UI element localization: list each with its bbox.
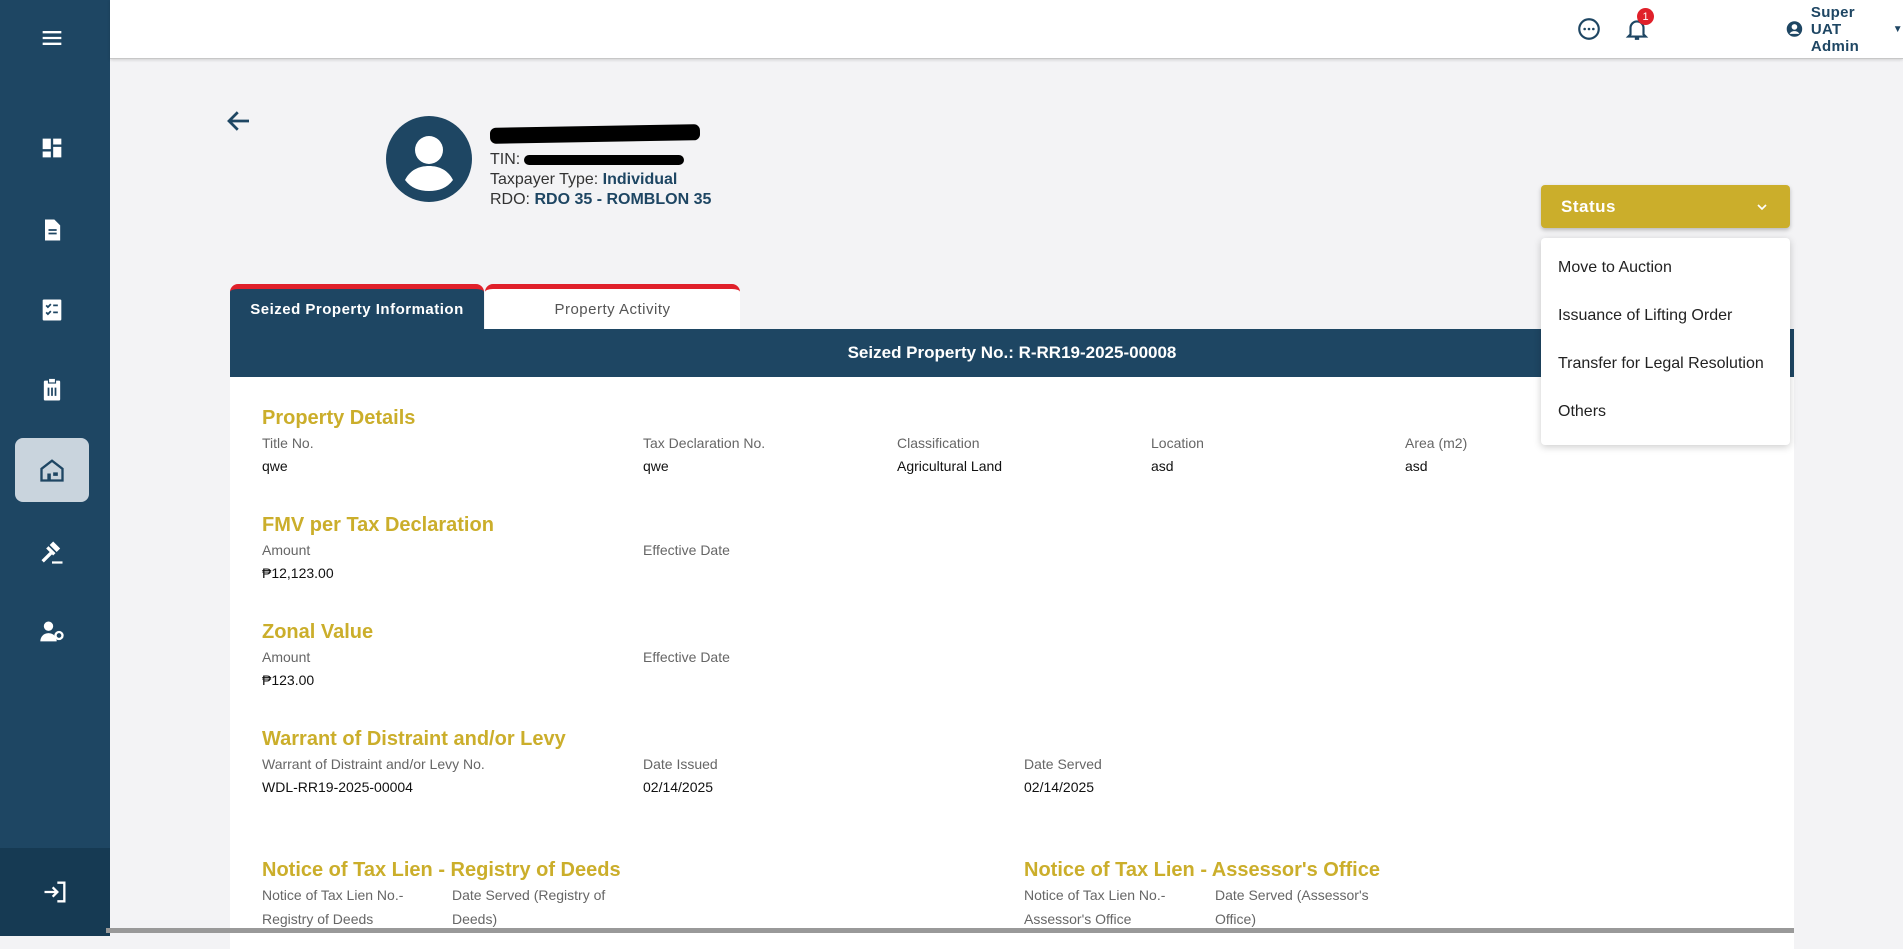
taxpayer-name-redacted: [489, 124, 701, 144]
user-avatar-icon: [1786, 21, 1803, 37]
title-no-label: Title No.: [262, 435, 314, 451]
location-label: Location: [1151, 435, 1204, 451]
status-option-others[interactable]: Others: [1541, 388, 1790, 436]
taxpayer-avatar: [386, 116, 472, 202]
fmv-amount-value: ₱12,123.00: [262, 565, 334, 581]
zonal-effective-date-label: Effective Date: [643, 649, 730, 665]
sidebar-item-checklist[interactable]: [15, 278, 89, 342]
fmv-effective-date-label: Effective Date: [643, 542, 730, 558]
tax-declaration-value: qwe: [643, 458, 669, 474]
zonal-amount-label: Amount: [262, 649, 311, 665]
back-button[interactable]: [224, 106, 254, 136]
house-icon: [40, 459, 64, 482]
section-lien-registry-of-deeds: Notice of Tax Lien - Registry of Deeds: [262, 859, 621, 881]
horizontal-scrollbar[interactable]: [106, 928, 1794, 933]
top-header: 1 Super UAT Admin ▼: [110, 0, 1903, 59]
sidebar-item-clipboard[interactable]: [15, 358, 89, 422]
fmv-amount-label: Amount: [262, 542, 311, 558]
status-label: Status: [1561, 196, 1616, 216]
chevron-down-icon: [1757, 203, 1767, 210]
lien-assessor-no-label: Notice of Tax Lien No.- Assessor's Offic…: [1024, 887, 1166, 927]
lien-assessor-date-served-label: Date Served (Assessor's Office): [1215, 887, 1369, 927]
section-zonal-value: Zonal Value: [262, 621, 374, 643]
dashboard-icon: [42, 138, 62, 158]
sidebar-item-property[interactable]: [15, 438, 89, 502]
document-icon: [45, 219, 61, 241]
lien-rod-no-label: Notice of Tax Lien No.- Registry of Deed…: [262, 887, 404, 927]
classification-value: Agricultural Land: [897, 458, 1003, 474]
caret-down-icon: ▼: [1892, 23, 1903, 35]
sidebar-item-auction[interactable]: [15, 520, 89, 584]
tab-property-activity[interactable]: Property Activity: [485, 284, 740, 329]
taxpayer-tin: TIN:: [490, 151, 685, 169]
date-served-label: Date Served: [1024, 756, 1102, 772]
user-settings-icon: [40, 621, 64, 642]
tab-seized-property-information[interactable]: Seized Property Information: [230, 284, 484, 329]
status-option-lifting-order[interactable]: Issuance of Lifting Order: [1541, 292, 1790, 340]
area-value: asd: [1405, 458, 1428, 474]
taxpayer-rdo: RDO: RDO 35 - ROMBLON 35: [490, 191, 712, 208]
logout-icon: [44, 881, 66, 903]
date-served-value: 02/14/2025: [1024, 779, 1095, 795]
title-no-value: qwe: [262, 458, 288, 474]
status-option-legal-resolution[interactable]: Transfer for Legal Resolution: [1541, 340, 1790, 388]
status-dropdown-button[interactable]: Status: [1541, 185, 1790, 228]
arrow-left-icon: [227, 111, 249, 131]
sidebar-item-dashboard[interactable]: [15, 116, 89, 180]
notification-bell-icon[interactable]: 1: [1622, 8, 1654, 44]
sidebar-item-users[interactable]: [15, 600, 89, 664]
user-menu[interactable]: Super UAT Admin ▼: [1786, 4, 1903, 55]
chat-icon[interactable]: [1574, 14, 1604, 44]
lien-rod-date-served-label: Date Served (Registry of Deeds): [452, 887, 606, 927]
taxpayer-type: Taxpayer Type: Individual: [490, 171, 678, 188]
clipboard-icon: [43, 377, 61, 401]
sidebar: [0, 0, 110, 936]
section-warrant: Warrant of Distraint and/or Levy: [262, 728, 566, 750]
notification-badge: 1: [1637, 8, 1654, 25]
warrant-no-value: WDL-RR19-2025-00004: [262, 779, 413, 795]
location-value: asd: [1151, 458, 1174, 474]
checklist-icon: [42, 299, 62, 321]
section-lien-assessor: Notice of Tax Lien - Assessor's Office: [1024, 859, 1380, 881]
zonal-amount-value: ₱123.00: [262, 672, 315, 688]
logout-button[interactable]: [0, 848, 110, 936]
date-issued-label: Date Issued: [643, 756, 718, 772]
status-menu: Move to Auction Issuance of Lifting Orde…: [1541, 238, 1790, 445]
classification-label: Classification: [897, 435, 980, 451]
tax-declaration-label: Tax Declaration No.: [643, 435, 766, 451]
status-option-move-to-auction[interactable]: Move to Auction: [1541, 244, 1790, 292]
area-label: Area (m2): [1405, 435, 1468, 451]
warrant-no-label: Warrant of Distraint and/or Levy No.: [262, 756, 485, 772]
sidebar-item-documents[interactable]: [15, 198, 89, 262]
menu-toggle-icon[interactable]: [15, 6, 89, 70]
user-name: Super UAT Admin: [1810, 3, 1860, 55]
date-issued-value: 02/14/2025: [643, 779, 714, 795]
section-fmv: FMV per Tax Declaration: [262, 514, 494, 536]
gavel-icon: [41, 541, 63, 564]
section-property-details: Property Details: [262, 407, 416, 429]
